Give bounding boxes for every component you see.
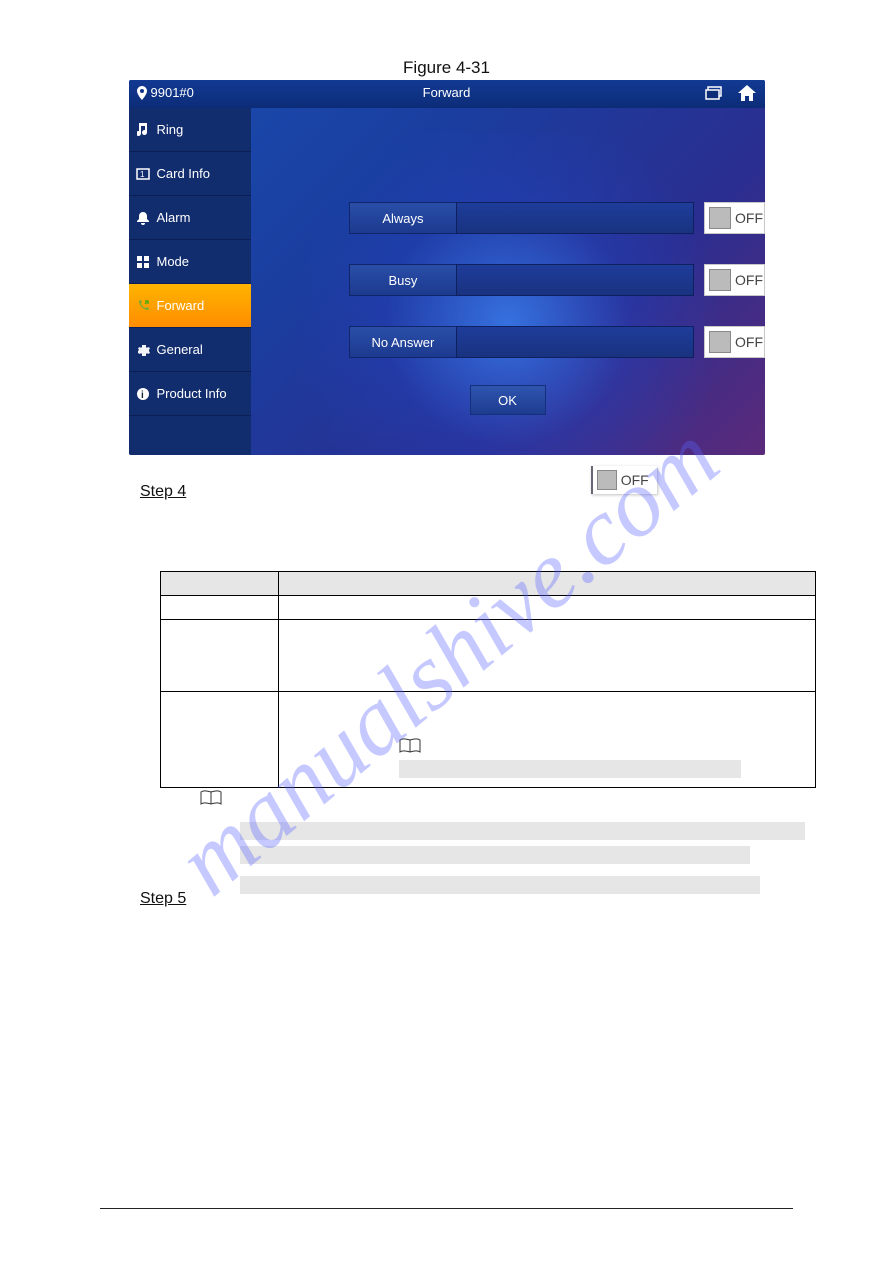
sidebar-item-label: Card Info	[157, 166, 210, 181]
sidebar-item-label: Product Info	[157, 386, 227, 401]
busy-toggle[interactable]: OFF	[704, 264, 764, 296]
table-cell	[279, 692, 816, 788]
parameter-table	[160, 571, 816, 788]
svg-text:1: 1	[140, 170, 145, 179]
figure-caption: Figure 4-31	[0, 58, 893, 78]
gear-icon	[129, 343, 157, 357]
book-icon	[399, 738, 421, 754]
page-title: Forward	[129, 85, 765, 100]
table-header-col-1	[279, 572, 816, 596]
toggle-state: OFF	[735, 210, 763, 226]
table-cell	[279, 596, 816, 620]
sidebar: Ring 1 Card Info Alarm Mode Forward Gene…	[129, 108, 251, 455]
phone-forward-icon	[129, 299, 157, 313]
toggle-state: OFF	[735, 272, 763, 288]
home-icon[interactable]	[737, 83, 757, 103]
sidebar-item-label: Ring	[157, 122, 184, 137]
no-answer-field[interactable]	[456, 326, 694, 358]
row-always: Always OFF	[349, 202, 765, 234]
step-4-label: Step 4	[140, 483, 186, 501]
busy-label: Busy	[349, 264, 457, 296]
sidebar-item-mode[interactable]: Mode	[129, 240, 251, 284]
book-icon	[200, 790, 222, 806]
always-toggle[interactable]: OFF	[704, 202, 764, 234]
always-label: Always	[349, 202, 457, 234]
notes-block	[200, 796, 893, 906]
table-cell	[279, 620, 816, 692]
note-icon	[129, 123, 157, 137]
info-icon: i	[129, 387, 157, 401]
sidebar-item-forward[interactable]: Forward	[129, 284, 251, 328]
bell-icon	[129, 211, 157, 225]
sidebar-item-general[interactable]: General	[129, 328, 251, 372]
window-icon[interactable]	[705, 86, 723, 100]
inline-toggle-example: OFF	[591, 466, 657, 495]
sidebar-item-label: Forward	[157, 298, 205, 313]
footer-rule	[100, 1208, 793, 1209]
svg-text:i: i	[141, 390, 144, 401]
table-header-col-0	[161, 572, 279, 596]
busy-field[interactable]	[456, 264, 694, 296]
gray-placeholder	[240, 876, 760, 894]
table-cell	[161, 596, 279, 620]
always-field[interactable]	[456, 202, 694, 234]
sidebar-item-label: General	[157, 342, 203, 357]
sidebar-item-label: Alarm	[157, 210, 191, 225]
tiles-icon	[129, 256, 157, 268]
ok-button[interactable]: OK	[470, 385, 546, 415]
row-no-answer: No Answer OFF	[349, 326, 765, 358]
sidebar-item-ring[interactable]: Ring	[129, 108, 251, 152]
row-busy: Busy OFF	[349, 264, 765, 296]
gray-placeholder	[240, 846, 750, 864]
title-bar: 9901#0 Forward	[129, 80, 765, 108]
sidebar-item-label: Mode	[157, 254, 190, 269]
sidebar-item-alarm[interactable]: Alarm	[129, 196, 251, 240]
toggle-state: OFF	[735, 334, 763, 350]
card-icon: 1	[129, 168, 157, 180]
gray-placeholder	[240, 822, 805, 840]
no-answer-toggle[interactable]: OFF	[704, 326, 764, 358]
sidebar-item-product-info[interactable]: i Product Info	[129, 372, 251, 416]
gray-placeholder	[399, 760, 741, 778]
toggle-state: OFF	[621, 472, 649, 488]
main-content: Always OFF Busy OFF No Answer OFF OK	[251, 108, 765, 455]
no-answer-label: No Answer	[349, 326, 457, 358]
table-cell	[161, 620, 279, 692]
sidebar-item-card-info[interactable]: 1 Card Info	[129, 152, 251, 196]
table-cell	[161, 692, 279, 788]
screenshot-panel: 9901#0 Forward Ring 1 Card Info Alarm	[129, 80, 765, 455]
